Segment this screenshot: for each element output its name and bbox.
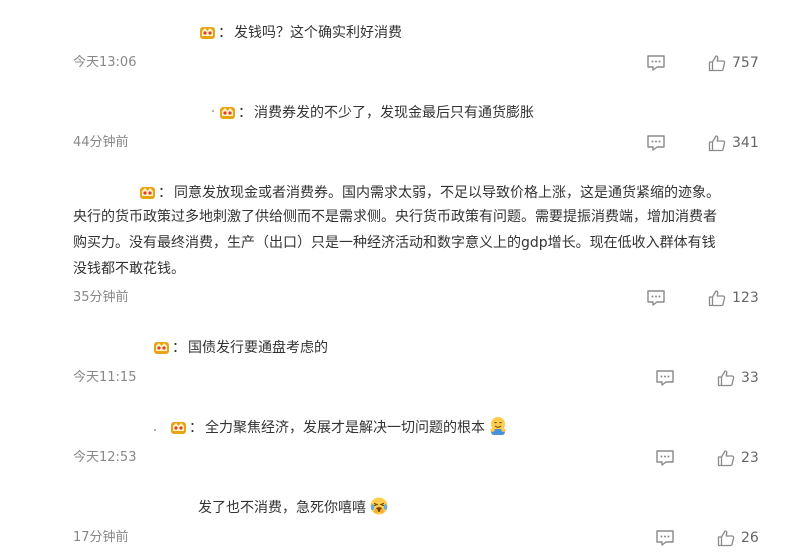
laugh-cry-emoji-icon — [370, 497, 388, 515]
comment-item: 发了也不消费，急死你嘻嘻 17分钟前 26 — [0, 0, 792, 560]
comment-text: 发了也不消费，急死你嘻嘻 — [198, 500, 366, 516]
comment-icon[interactable] — [655, 529, 675, 547]
comment-content: 发了也不消费，急死你嘻嘻 — [198, 495, 389, 521]
like-count: 26 — [741, 530, 759, 546]
comment-time: 17分钟前 — [73, 530, 129, 545]
like-button[interactable]: 26 — [717, 528, 759, 548]
thumbs-up-icon — [717, 530, 735, 547]
